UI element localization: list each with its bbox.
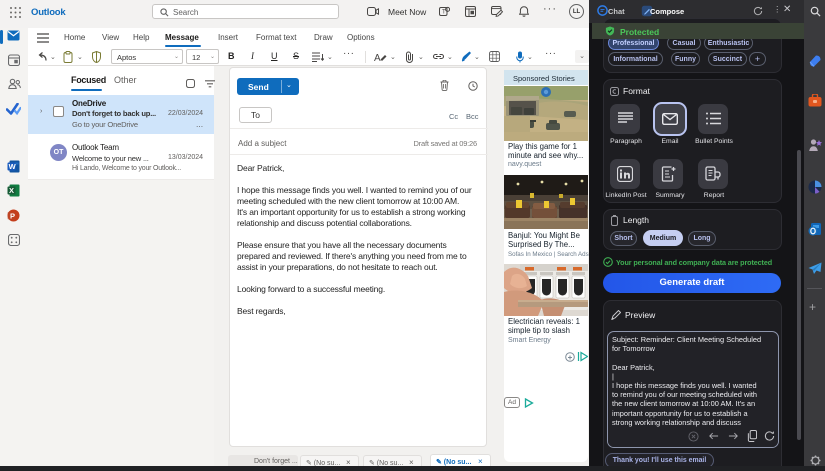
- svg-text:X: X: [9, 186, 14, 195]
- svg-text:P: P: [10, 212, 15, 221]
- svg-text:W: W: [9, 162, 17, 171]
- svg-text:A: A: [374, 53, 381, 62]
